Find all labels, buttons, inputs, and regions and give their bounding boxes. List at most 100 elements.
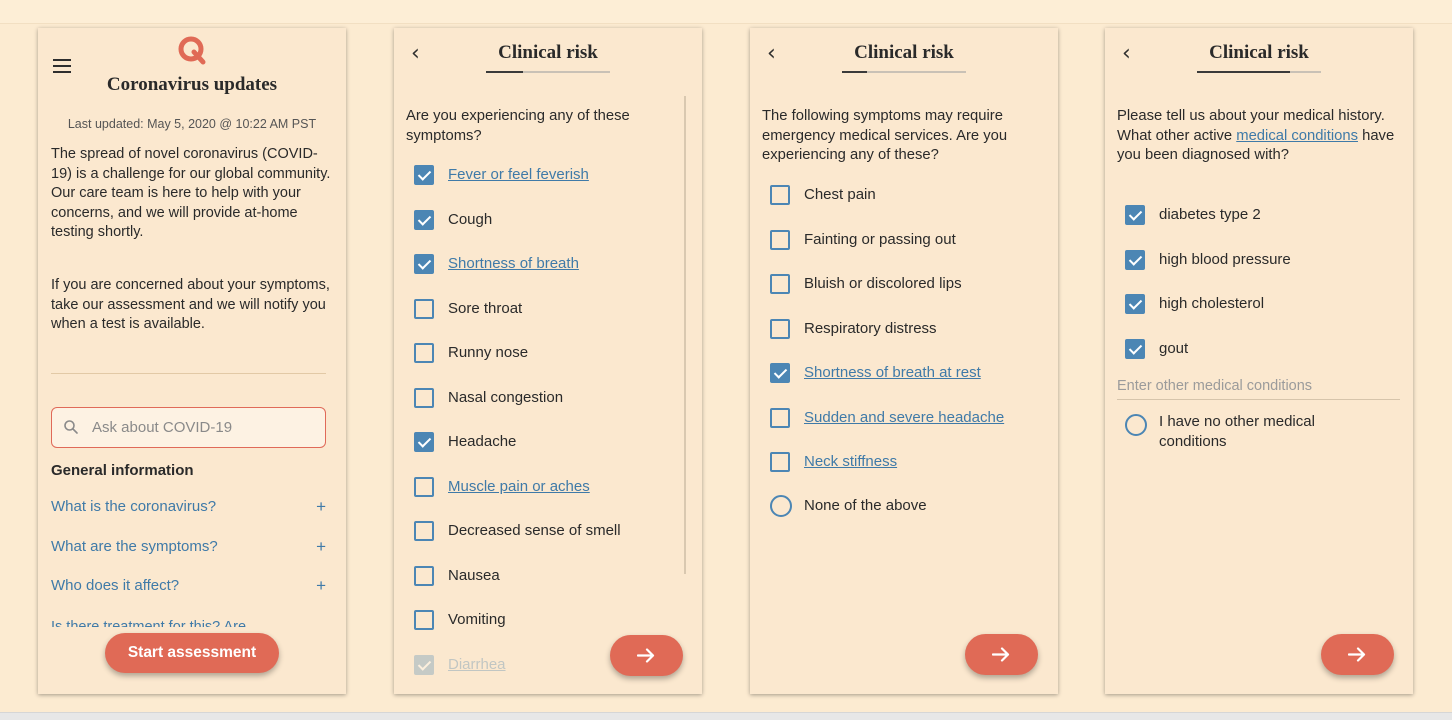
faq-label: What are the symptoms? xyxy=(51,538,218,555)
checkbox[interactable] xyxy=(770,318,790,339)
option-label: Decreased sense of smell xyxy=(448,522,621,539)
option-label: Vomiting xyxy=(448,611,506,628)
checkbox-checked[interactable] xyxy=(414,254,434,274)
faq-label: What is the coronavirus? xyxy=(51,498,217,515)
radio-button[interactable] xyxy=(1125,414,1147,436)
checkbox-checked[interactable] xyxy=(414,654,434,675)
top-band xyxy=(0,0,1452,24)
other-conditions-input[interactable]: Enter other medical conditions xyxy=(1117,374,1400,400)
option-label[interactable]: Diarrhea xyxy=(448,654,506,676)
no-other-conditions-option[interactable]: I have no other medical conditions xyxy=(1125,412,1385,456)
medical-conditions-link[interactable]: medical conditions xyxy=(1236,128,1358,144)
option-label: None of the above xyxy=(804,497,927,514)
option-label[interactable]: Neck stiffness xyxy=(804,451,897,473)
last-updated: Last updated: May 5, 2020 @ 10:22 AM PST xyxy=(67,117,317,131)
faq-item[interactable]: What are the symptoms? + xyxy=(51,537,326,557)
arrow-right-icon xyxy=(1348,647,1366,662)
checkbox[interactable] xyxy=(414,343,434,363)
back-chevron-icon[interactable]: ‹ xyxy=(411,41,420,66)
next-button[interactable] xyxy=(1321,634,1394,675)
option-label: diabetes type 2 xyxy=(1159,206,1261,223)
option-label: Cough xyxy=(448,210,493,228)
start-assessment-button[interactable]: Start assessment xyxy=(105,633,279,673)
checkbox-checked[interactable] xyxy=(770,363,790,383)
coronavirus-updates-screen: Coronavirus updates Last updated: May 5,… xyxy=(38,28,346,694)
search-input[interactable]: Ask about COVID-19 xyxy=(51,407,326,448)
checkbox[interactable] xyxy=(414,387,434,408)
option-label: Nausea xyxy=(448,566,500,584)
option-label: high blood pressure xyxy=(1159,250,1291,268)
option-label: I have no other medical conditions xyxy=(1159,413,1315,450)
faq-label: Who does it affect? xyxy=(51,577,180,594)
option-label[interactable]: Fever or feel feverish xyxy=(448,164,589,186)
progress-bar xyxy=(486,71,523,73)
page-title: Clinical risk xyxy=(498,42,598,63)
checkbox[interactable] xyxy=(770,407,790,428)
clinical-risk-emergency-screen: ‹ Clinical risk The following symptoms m… xyxy=(750,28,1058,694)
page-title: Coronavirus updates xyxy=(106,74,278,95)
option-label: Fainting or passing out xyxy=(804,230,956,248)
hamburger-icon[interactable] xyxy=(53,59,71,73)
checkbox-checked[interactable] xyxy=(414,165,434,185)
option-label: gout xyxy=(1159,339,1189,357)
checkbox[interactable] xyxy=(770,274,790,294)
plus-icon[interactable]: + xyxy=(316,576,326,596)
faq-item-partial[interactable]: Is there treatment for this? Are xyxy=(51,618,246,627)
intro-paragraph: The spread of novel coronavirus (COVID-1… xyxy=(51,146,331,240)
option-label[interactable]: Muscle pain or aches xyxy=(448,476,590,498)
arrow-right-icon xyxy=(992,647,1010,662)
radio-button[interactable] xyxy=(770,495,792,517)
option-label[interactable]: Shortness of breath xyxy=(448,253,579,275)
plus-icon[interactable]: + xyxy=(316,497,326,517)
option-label: Chest pain xyxy=(804,186,876,203)
option-label: high cholesterol xyxy=(1159,295,1265,312)
question-text: Please tell us about your medical histor… xyxy=(1117,107,1397,166)
faq-item[interactable]: Who does it affect? + xyxy=(51,576,326,596)
next-button[interactable] xyxy=(965,634,1038,675)
clinical-risk-history-screen: ‹ Clinical risk Please tell us about you… xyxy=(1105,28,1413,694)
option-label: Respiratory distress xyxy=(804,319,937,337)
section-title: General information xyxy=(51,462,194,479)
checkbox[interactable] xyxy=(414,521,434,541)
checkbox[interactable] xyxy=(414,610,434,630)
checkbox[interactable] xyxy=(770,185,790,205)
page-title: Clinical risk xyxy=(854,42,954,63)
checkbox[interactable] xyxy=(770,229,790,250)
progress-bar xyxy=(842,71,867,73)
next-button[interactable] xyxy=(610,635,683,676)
faq-item[interactable]: What is the coronavirus? + xyxy=(51,497,326,517)
search-icon xyxy=(64,420,78,434)
checkbox[interactable] xyxy=(414,565,434,586)
plus-icon[interactable]: + xyxy=(316,537,326,557)
option-label: Nasal congestion xyxy=(448,388,564,406)
question-text: Are you experiencing any of these sympto… xyxy=(406,108,630,144)
bottom-band xyxy=(0,712,1452,720)
search-placeholder: Ask about COVID-19 xyxy=(92,419,233,436)
checkbox[interactable] xyxy=(770,452,790,472)
assessment-paragraph: If you are concerned about your symptoms… xyxy=(51,277,330,332)
checkbox-checked[interactable] xyxy=(1125,294,1145,314)
progress-bar xyxy=(1197,71,1290,73)
checkbox[interactable] xyxy=(414,298,434,319)
clinical-risk-symptoms-screen: ‹ Clinical risk Are you experiencing any… xyxy=(394,28,702,694)
checkbox-checked[interactable] xyxy=(414,209,434,230)
back-chevron-icon[interactable]: ‹ xyxy=(767,41,776,66)
option-label: Bluish or discolored lips xyxy=(804,275,962,292)
checkbox-checked[interactable] xyxy=(414,432,434,452)
arrow-right-icon xyxy=(637,648,655,663)
scrollbar[interactable] xyxy=(684,96,686,574)
checkbox-checked[interactable] xyxy=(1125,249,1145,270)
page-title: Clinical risk xyxy=(1209,42,1309,63)
checkbox[interactable] xyxy=(414,476,434,497)
checkbox-checked[interactable] xyxy=(1125,338,1145,359)
option-label[interactable]: Shortness of breath at rest xyxy=(804,362,981,384)
back-chevron-icon[interactable]: ‹ xyxy=(1122,41,1131,66)
question-text: The following symptoms may require emerg… xyxy=(762,108,1008,163)
option-label: Headache xyxy=(448,433,517,450)
divider xyxy=(51,373,326,374)
option-label: Runny nose xyxy=(448,344,529,361)
app-logo xyxy=(178,36,206,65)
checkbox-checked[interactable] xyxy=(1125,205,1145,225)
option-label[interactable]: Sudden and severe headache xyxy=(804,407,1004,429)
option-label: Sore throat xyxy=(448,299,523,317)
